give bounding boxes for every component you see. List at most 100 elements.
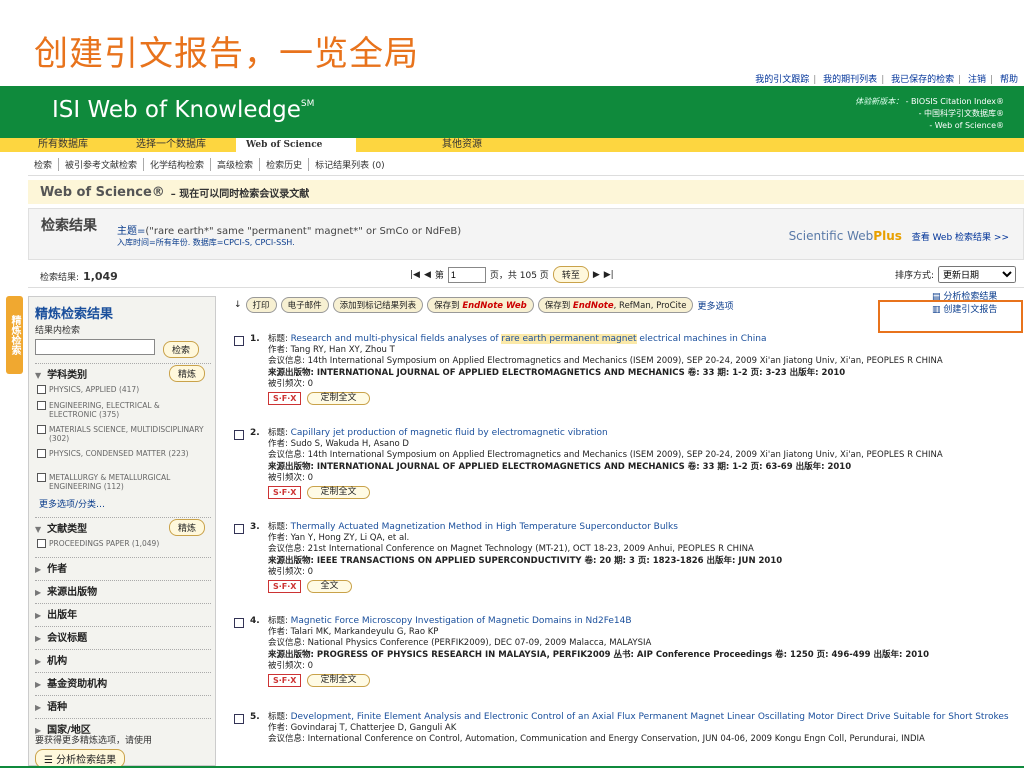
refine-title: 精炼检索结果 (35, 307, 114, 322)
record-checkbox[interactable] (234, 618, 244, 628)
record-title-link[interactable]: Research and multi-physical fields analy… (291, 334, 766, 344)
checkbox (37, 449, 46, 458)
record-title-link[interactable]: Capillary jet production of magnetic flu… (291, 428, 608, 438)
subnav-search[interactable]: 检索 (28, 158, 60, 171)
fulltext-button[interactable]: 定制全文 (307, 392, 370, 406)
citation-report-highlight (878, 300, 1023, 333)
pager: |◀ ◀ 第 页，共 105 页 转至 ▶ ▶| (410, 266, 614, 283)
result-record: 5. 标题: Development, Finite Element Analy… (234, 712, 1018, 746)
subject-option[interactable]: ENGINEERING, ELECTRICAL & ELECTRONIC (37… (37, 401, 209, 419)
record-checkbox[interactable] (234, 430, 244, 440)
result-record: 3. 标题: Thermally Actuated Magnetization … (234, 522, 1018, 594)
subnav-cited-ref-search[interactable]: 被引参考文献检索 (59, 158, 145, 171)
subs-label: 体验新版本： (855, 97, 904, 106)
top-link-help[interactable]: 帮助 (1000, 75, 1018, 85)
record-checkbox[interactable] (234, 524, 244, 534)
subscription-info: 体验新版本： - BIOSIS Citation Index® - 中国科学引文… (855, 97, 1004, 130)
view-web-results-link[interactable]: 查看 Web 检索结果 >> (912, 233, 1009, 243)
sfx-button[interactable]: S·F·X (268, 580, 302, 594)
section-author[interactable]: ▶ 作者 (35, 557, 211, 575)
subject-option[interactable]: MATERIALS SCIENCE, MULTIDISCIPLINARY (30… (37, 425, 209, 443)
refine-footer-text: 要获得更多精炼选项，请使用 (35, 736, 153, 746)
slide-title: 创建引文报告，一览全局 (34, 34, 419, 74)
record-source: 来源出版物: IEEE TRANSACTIONS ON APPLIED SUPE… (268, 555, 783, 566)
tab-select-database[interactable]: 选择一个数据库 (126, 138, 216, 152)
fulltext-button[interactable]: 全文 (307, 580, 352, 594)
search-within-button[interactable]: 检索 (163, 341, 200, 358)
record-cited: 被引频次: 0 (268, 378, 313, 389)
top-link-citation-alerts[interactable]: 我的引文跟踪 (755, 75, 809, 85)
subnav-marked-list[interactable]: 标记结果列表 (0) (309, 158, 391, 171)
subject-option[interactable]: PHYSICS, CONDENSED MATTER (223) (37, 449, 209, 458)
top-link-logout[interactable]: 注销 (968, 75, 986, 85)
email-button[interactable]: 电子邮件 (280, 297, 329, 313)
record-title-link[interactable]: Thermally Actuated Magnetization Method … (291, 522, 678, 532)
save-endnote-web-button[interactable]: 保存到 EndNote Web (427, 297, 534, 313)
refine-sidebar: 精炼检索结果 结果内检索 检索 ▼ 学科类别 精炼 PHYSICS, APPLIED… (28, 296, 216, 768)
record-authors: 作者: Govindaraj T, Chatterjee D, Ganguli … (268, 723, 457, 734)
search-within-input[interactable] (35, 339, 155, 355)
save-endnote-button[interactable]: 保存到 EndNote, RefMan, ProCite (537, 297, 694, 313)
sfx-button[interactable]: S·F·X (268, 392, 302, 406)
subject-option[interactable]: PHYSICS, APPLIED (417) (37, 385, 209, 394)
wos-bar: Web of Science® – 现在可以同时检索会议录文献 (28, 180, 1024, 204)
record-conference: 会议信息: 21st International Conference on M… (268, 544, 754, 555)
record-authors: 作者: Tang RY, Han XY, Zhou T (268, 345, 395, 356)
print-button[interactable]: 打印 (245, 297, 277, 313)
first-page-icon[interactable]: |◀ (410, 270, 420, 280)
section-conference[interactable]: ▶ 会议标题 (35, 626, 211, 644)
record-title-link[interactable]: Development, Finite Element Analysis and… (291, 712, 1009, 722)
record-cited: 被引频次: 0 (268, 660, 313, 671)
tab-web-of-science[interactable]: Web of Science (236, 138, 356, 152)
section-doctype[interactable]: ▼ 文献类型 精炼 (35, 517, 211, 536)
top-link-journal-list[interactable]: 我的期刊列表 (823, 75, 877, 85)
refine-side-tab[interactable]: 精炼检索 (6, 296, 23, 374)
sfx-button[interactable]: S·F·X (268, 486, 302, 500)
result-record: 4. 标题: Magnetic Force Microscopy Investi… (234, 616, 1018, 688)
refine-doctype-button[interactable]: 精炼 (168, 519, 205, 536)
refine-subject-button[interactable]: 精炼 (168, 365, 205, 382)
top-link-saved-searches[interactable]: 我已保存的检索 (891, 75, 954, 85)
isi-logo[interactable]: ISI Web of KnowledgeSM (52, 97, 314, 123)
section-funding[interactable]: ▶ 基金资助机构 (35, 672, 211, 690)
chevron-right-icon: ▶ (35, 680, 42, 689)
sfx-button[interactable]: S·F·X (268, 674, 302, 688)
section-language[interactable]: ▶ 语种 (35, 695, 211, 713)
chevron-right-icon: ▶ (35, 703, 42, 712)
checkbox (37, 401, 46, 410)
subnav-structure-search[interactable]: 化学结构检索 (144, 158, 212, 171)
record-title-link[interactable]: Magnetic Force Microscopy Investigation … (291, 616, 632, 626)
record-source: 来源出版物: INTERNATIONAL JOURNAL OF APPLIED … (268, 461, 852, 472)
result-record: 2. 标题: Capillary jet production of magne… (234, 428, 1018, 500)
subject-option[interactable]: METALLURGY & METALLURGICAL ENGINEERING (… (37, 473, 209, 491)
add-marked-button[interactable]: 添加到标记结果列表 (332, 297, 424, 313)
search-within-label: 结果内检索 (35, 326, 81, 336)
record-authors: 作者: Yan Y, Hong ZY, Li QA, et al. (268, 533, 410, 544)
section-institution[interactable]: ▶ 机构 (35, 649, 211, 667)
section-subject[interactable]: ▼ 学科类别 精炼 (35, 363, 211, 382)
chevron-right-icon: ▶ (35, 565, 42, 574)
sub-navigation: 检索 被引参考文献检索 化学结构检索 高级检索 检索历史 标记结果列表 (0) (28, 154, 1024, 176)
more-options-link[interactable]: 更多选项/分类… (39, 497, 105, 510)
more-options-link[interactable]: 更多选项 (697, 299, 733, 312)
next-page-icon[interactable]: ▶ (593, 270, 600, 280)
sort-select[interactable]: 更新日期 (938, 266, 1016, 283)
subnav-search-history[interactable]: 检索历史 (260, 158, 310, 171)
subnav-advanced-search[interactable]: 高级检索 (211, 158, 261, 171)
fulltext-button[interactable]: 定制全文 (307, 674, 370, 688)
fulltext-button[interactable]: 定制全文 (307, 486, 370, 500)
section-year[interactable]: ▶ 出版年 (35, 603, 211, 621)
section-source[interactable]: ▶ 来源出版物 (35, 580, 211, 598)
tab-other-resources[interactable]: 其他资源 (432, 138, 492, 152)
chevron-right-icon: ▶ (35, 611, 42, 620)
goto-button[interactable]: 转至 (552, 266, 589, 283)
last-page-icon[interactable]: ▶| (604, 270, 614, 280)
page-input[interactable] (447, 266, 486, 283)
prev-page-icon[interactable]: ◀ (424, 270, 431, 280)
record-checkbox[interactable] (234, 714, 244, 724)
doctype-option[interactable]: PROCEEDINGS PAPER (1,049) (37, 539, 209, 548)
checkbox (37, 473, 46, 482)
record-checkbox[interactable] (234, 336, 244, 346)
tab-all-databases[interactable]: 所有数据库 (28, 138, 98, 152)
checkbox (37, 539, 46, 548)
